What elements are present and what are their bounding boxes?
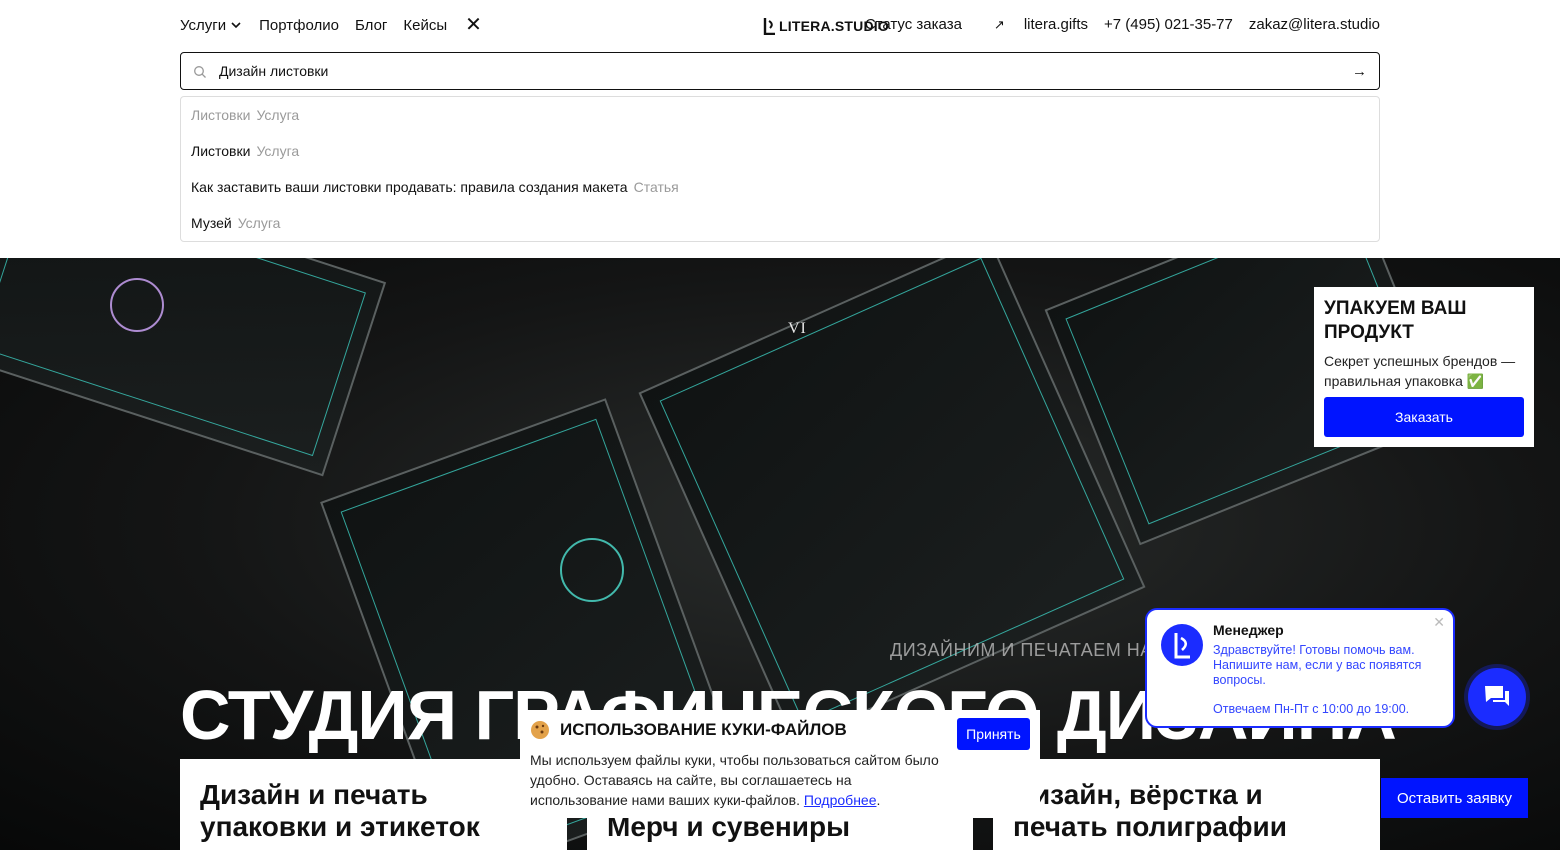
chat-bubble-icon — [1485, 686, 1509, 706]
service-card[interactable]: Дизайн, вёрстка и печать полиграфии — [993, 759, 1380, 850]
suggestion-title: Листовки — [191, 107, 251, 123]
holo-moon-icon — [110, 278, 164, 332]
promo-title: УПАКУЕМ ВАШ ПРОДУКТ — [1324, 298, 1467, 343]
chat-manager-name: Менеджер — [1213, 622, 1284, 638]
suggestion-item[interactable]: Музей Услуга — [191, 215, 280, 231]
logo-mark-icon — [763, 18, 775, 35]
search-input[interactable] — [219, 53, 1319, 89]
card-numeral: VI — [788, 320, 807, 337]
chat-message: Здравствуйте! Готовы помочь вам. Напишит… — [1213, 643, 1422, 687]
search-icon — [194, 66, 206, 78]
promo-banner: УПАКУЕМ ВАШ ПРОДУКТ Секрет успешных брен… — [1314, 287, 1534, 447]
chevron-down-icon — [231, 22, 241, 29]
close-search-icon[interactable]: ✕ — [465, 15, 482, 35]
suggestion-kind: Услуга — [256, 143, 300, 159]
search-bar: → — [180, 52, 1380, 90]
header-contacts: Статус заказа ↗ litera.gifts +7 (495) 021… — [849, 16, 1380, 33]
manager-avatar — [1161, 624, 1203, 666]
suggestion-item[interactable]: Листовки Услуга — [191, 107, 299, 123]
service-card-title: Дизайн и печать упаковки и этикеток — [200, 779, 480, 842]
cookie-title: ИСПОЛЬЗОВАНИЕ КУКИ-ФАЙЛОВ — [560, 720, 847, 739]
suggestion-item[interactable]: Листовки Услуга — [191, 143, 299, 159]
promo-text: Секрет успешных брендов — правильная упа… — [1324, 353, 1516, 389]
site-header: Услуги Портфолио Блог Кейсы ✕ LITERA.STU… — [0, 0, 1560, 258]
external-arrow-icon: ↗ — [993, 17, 1005, 32]
suggestion-title: Как заставить ваши листовки продавать: п… — [191, 179, 628, 195]
cookie-title-row: ИСПОЛЬЗОВАНИЕ КУКИ-ФАЙЛОВ — [530, 720, 847, 740]
suggestion-title: Музей — [191, 215, 232, 231]
hero-card-image — [0, 258, 387, 477]
suggestion-kind: Статья — [633, 179, 679, 195]
nav-services[interactable]: Услуги — [180, 17, 243, 34]
suggestion-title: Листовки — [191, 143, 251, 159]
email-link[interactable]: zakaz@litera.studio — [1249, 16, 1380, 33]
chat-hours: Отвечаем Пн-Пт с 10:00 до 19:00. — [1213, 702, 1410, 716]
service-card[interactable]: Дизайн и печать упаковки и этикеток — [180, 759, 567, 850]
cookie-text-block: Мы используем файлы куки, чтобы пользова… — [530, 752, 939, 808]
main-nav: Услуги Портфолио Блог Кейсы ✕ — [180, 15, 482, 35]
suggestion-kind: Услуга — [237, 215, 281, 231]
close-icon[interactable]: ✕ — [1433, 614, 1445, 631]
cookie-accept-button[interactable]: Принять — [957, 718, 1030, 750]
cookie-text: Мы используем файлы куки, чтобы пользова… — [530, 752, 939, 808]
search-suggestions: Листовки Услуга Листовки Услуга Как застав… — [180, 96, 1380, 242]
nav-blog[interactable]: Блог — [355, 17, 387, 34]
suggestion-item[interactable]: Как заставить ваши листовки продавать: п… — [191, 179, 679, 195]
chat-open-button[interactable] — [1468, 668, 1526, 726]
chat-popup: Менеджер Здравствуйте! Готовы помочь вам… — [1145, 608, 1455, 728]
leave-request-button[interactable]: Оставить заявку — [1381, 778, 1528, 818]
suggestion-kind: Услуга — [256, 107, 300, 123]
search-submit-arrow-icon[interactable]: → — [1352, 63, 1367, 80]
gifts-link[interactable]: ↗ litera.gifts — [978, 16, 1088, 33]
order-status-link[interactable]: Статус заказа — [865, 16, 962, 33]
cookie-banner: ИСПОЛЬЗОВАНИЕ КУКИ-ФАЙЛОВ Мы используем … — [520, 710, 1040, 818]
cookie-icon — [531, 721, 549, 739]
nav-portfolio[interactable]: Портфолио — [259, 17, 339, 34]
service-card-title: Дизайн, вёрстка и печать полиграфии — [1013, 779, 1287, 842]
cookie-more-link[interactable]: Подробнее — [804, 792, 877, 808]
promo-order-button[interactable]: Заказать — [1324, 397, 1524, 437]
holo-flower-icon — [560, 538, 624, 602]
logo-mark-icon — [1174, 633, 1190, 659]
gifts-link-label: litera.gifts — [1023, 16, 1089, 33]
phone-link[interactable]: +7 (495) 021-35-77 — [1104, 16, 1233, 33]
hero-tagline: ДИЗАЙНИМ И ПЕЧАТАЕМ НА — [890, 640, 1153, 660]
nav-services-label: Услуги — [180, 16, 227, 34]
nav-cases[interactable]: Кейсы — [403, 17, 447, 34]
